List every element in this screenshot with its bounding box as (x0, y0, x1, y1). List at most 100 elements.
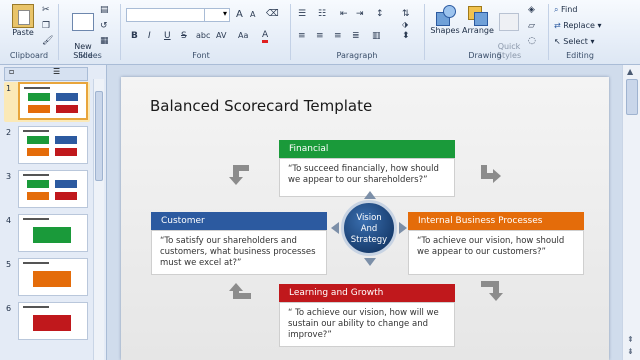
slide-thumbnail[interactable]: 3 (4, 170, 90, 210)
paste-label: Paste (12, 28, 34, 37)
numbering-icon[interactable]: ☷ (318, 9, 326, 19)
arrange-label: Arrange (462, 26, 494, 35)
clipboard-group-label: Clipboard (9, 51, 49, 60)
slide-canvas[interactable]: Balanced Scorecard Template Financial “T… (121, 77, 609, 360)
font-group-label: Font (192, 51, 210, 60)
cycle-arrow-top-right-icon (481, 165, 501, 183)
strategy-label: Strategy (350, 235, 388, 245)
increase-indent-icon[interactable]: ⇥ (356, 9, 364, 19)
financial-header[interactable]: Financial (279, 140, 455, 158)
char-spacing-button[interactable]: AV (216, 31, 226, 40)
cycle-arrow-bottom-left-icon (229, 283, 251, 299)
close-icon[interactable]: ▫ (9, 67, 14, 76)
slides-group-label: Slides (78, 51, 102, 60)
slide-number: 4 (6, 216, 12, 225)
arrow-up-icon (364, 191, 376, 199)
panel-tabs[interactable]: ▫ ☰ (4, 67, 88, 81)
next-slide-icon[interactable]: ⇟ (627, 347, 634, 356)
slide-thumbnail[interactable]: 2 (4, 126, 90, 166)
font-color-button[interactable]: A (262, 30, 269, 43)
grow-font-button[interactable]: A (236, 9, 243, 20)
align-right-icon[interactable]: ≡ (334, 31, 342, 41)
slide-preview (18, 126, 88, 164)
replace-button[interactable]: ⇄ Replace ▾ (554, 21, 601, 30)
shape-effects-icon[interactable]: ◌ (528, 36, 536, 46)
align-center-icon[interactable]: ≡ (316, 31, 324, 41)
text-direction-icon[interactable]: ⇅ (402, 9, 410, 19)
select-label: Select (563, 37, 588, 46)
cycle-arrow-bottom-right-icon (481, 281, 503, 301)
underline-button[interactable]: U (164, 31, 171, 41)
slide-editor: Balanced Scorecard Template Financial “T… (107, 65, 622, 360)
find-button[interactable]: ⌕ Find (554, 5, 577, 15)
slide-thumbnail[interactable]: 6 (4, 302, 90, 342)
separator (290, 4, 291, 60)
find-icon: ⌕ (554, 5, 559, 14)
slide-preview (18, 258, 88, 296)
align-left-icon[interactable]: ≡ (298, 31, 306, 41)
section-icon[interactable]: ▦ (100, 36, 109, 46)
arrange-icon (466, 4, 488, 26)
reset-icon[interactable]: ↺ (100, 21, 108, 31)
clear-formatting-icon[interactable]: ⌫ (266, 9, 279, 19)
slide-number: 1 (6, 84, 12, 93)
customer-text[interactable]: “To satisfy our shareholders and custome… (151, 230, 327, 275)
learning-header[interactable]: Learning and Growth (279, 284, 455, 302)
arrow-right-icon (399, 222, 407, 234)
slide-thumbnail[interactable]: 4 (4, 214, 90, 254)
slide-thumbnail[interactable]: 5 (4, 258, 90, 298)
drawing-group-label: Drawing (468, 51, 502, 60)
internal-text[interactable]: “To achieve our vision, how should we ap… (408, 230, 584, 275)
outline-tab-icon[interactable]: ☰ (53, 67, 60, 76)
justify-icon[interactable]: ≣ (352, 31, 360, 41)
align-text-icon[interactable]: ⬍ (402, 31, 410, 41)
shape-fill-icon[interactable]: ◈ (528, 5, 535, 15)
editor-scrollbar[interactable]: ▲ ⇞ ⇟ (622, 65, 640, 360)
shadow-button[interactable]: abc (196, 31, 210, 40)
separator (58, 4, 59, 60)
slide-title[interactable]: Balanced Scorecard Template (150, 97, 372, 115)
columns-icon[interactable]: ▥ (372, 31, 381, 41)
internal-header[interactable]: Internal Business Processes (408, 212, 584, 230)
panel-scrollbar[interactable] (93, 79, 104, 360)
font-size-select[interactable]: ▾ (204, 8, 230, 22)
slide-preview (18, 214, 88, 252)
editing-group-label: Editing (566, 51, 594, 60)
slide-preview (18, 170, 88, 208)
and-label: And (360, 224, 378, 234)
slide-preview (18, 82, 88, 120)
line-spacing-icon[interactable]: ↕ (376, 9, 384, 19)
copy-icon[interactable]: ❐ (42, 21, 50, 31)
arrow-left-icon (331, 222, 339, 234)
replace-icon: ⇄ (554, 21, 561, 30)
prev-slide-icon[interactable]: ⇞ (627, 335, 634, 344)
smartart-icon[interactable]: ⬗ (402, 20, 408, 29)
select-button[interactable]: ↖ Select ▾ (554, 37, 595, 46)
shapes-label: Shapes (430, 26, 460, 35)
scroll-thumb[interactable] (626, 79, 638, 115)
strikethrough-button[interactable]: S (181, 31, 187, 41)
scroll-up-icon[interactable]: ▲ (627, 67, 633, 76)
shapes-button[interactable]: Shapes (430, 4, 460, 35)
layout-icon[interactable]: ▤ (100, 5, 109, 15)
paste-button[interactable]: Paste (8, 4, 38, 37)
slide-number: 6 (6, 304, 12, 313)
shapes-icon (434, 4, 456, 26)
shape-outline-icon[interactable]: ▱ (528, 21, 535, 31)
shrink-font-button[interactable]: A (250, 10, 255, 19)
cut-icon[interactable]: ✂ (42, 5, 50, 15)
bullets-icon[interactable]: ☰ (298, 9, 306, 19)
vision-strategy-circle[interactable]: Vision And Strategy (341, 200, 397, 256)
bold-button[interactable]: B (131, 31, 138, 41)
select-icon: ↖ (554, 37, 561, 46)
decrease-indent-icon[interactable]: ⇤ (340, 9, 348, 19)
change-case-button[interactable]: Aa (238, 31, 248, 40)
italic-button[interactable]: I (148, 31, 151, 41)
slide-thumbnail[interactable]: 1 (4, 82, 90, 122)
scroll-thumb[interactable] (95, 91, 103, 181)
learning-text[interactable]: “ To achieve our vision, how will we sus… (279, 302, 455, 347)
vision-label: Vision (356, 213, 382, 223)
format-painter-icon[interactable]: 🖌 (42, 36, 53, 46)
arrange-button[interactable]: Arrange (462, 4, 494, 35)
customer-header[interactable]: Customer (151, 212, 327, 230)
